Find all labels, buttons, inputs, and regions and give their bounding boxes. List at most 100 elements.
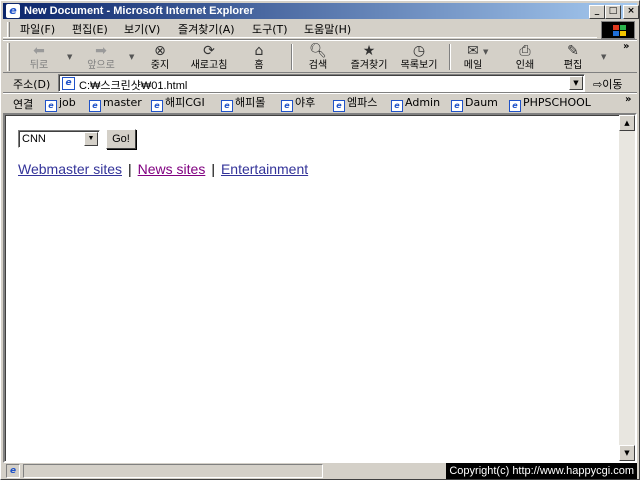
stop-icon: ⊗: [154, 43, 166, 59]
scroll-up-button[interactable]: ▲: [619, 115, 635, 131]
print-button[interactable]: ⎙ 인쇄: [507, 41, 543, 73]
address-value[interactable]: C:₩스크린샷₩01.html: [79, 77, 187, 93]
link-master[interactable]: e master: [89, 96, 142, 112]
stop-label: 중지: [150, 60, 170, 71]
favorites-label: 즐겨찾기: [350, 60, 388, 71]
link-empas[interactable]: e 엠파스: [333, 96, 378, 112]
address-input[interactable]: e C:₩스크린샷₩01.html ▼: [58, 74, 585, 92]
menu-help[interactable]: 도움말(H): [301, 22, 354, 37]
title-bar[interactable]: e New Document - Microsoft Internet Expl…: [3, 3, 639, 19]
menu-tools[interactable]: 도구(T): [249, 22, 291, 37]
address-bar: 주소(D) e C:₩스크린샷₩01.html ▼ ⇨이동: [3, 73, 637, 93]
home-label: 홈: [254, 60, 264, 71]
search-button[interactable]: 🔍︎ 검색: [299, 41, 337, 73]
status-bar: e Copyright(c) http://www.happycgi.com: [3, 463, 637, 479]
status-page-icon: e: [6, 464, 20, 478]
link-yahoo[interactable]: e 야후: [281, 96, 316, 112]
site-select[interactable]: CNN ▼: [18, 130, 100, 148]
toolbar-grip[interactable]: [7, 43, 10, 71]
toolbar-separator: [449, 44, 451, 70]
go-arrow-icon: ⇨: [593, 78, 603, 91]
favorites-button[interactable]: ★ 즐겨찾기: [343, 41, 395, 73]
edit-icon: ✎: [567, 43, 579, 59]
edit-dropdown-icon[interactable]: ▼: [601, 53, 606, 61]
edit-button[interactable]: ✎ 편집: [555, 41, 591, 73]
ie-logo-icon: e: [6, 4, 20, 18]
window-title: New Document - Microsoft Internet Explor…: [24, 5, 254, 17]
print-icon: ⎙: [519, 43, 531, 59]
close-button[interactable]: ×: [623, 5, 639, 19]
menu-view[interactable]: 보기(V): [121, 22, 163, 37]
history-label: 목록보기: [400, 60, 438, 71]
back-label: 뒤로: [29, 60, 49, 71]
stop-button[interactable]: ⊗ 중지: [141, 41, 179, 73]
go-label: 이동: [602, 78, 623, 91]
link-happycgi[interactable]: e 해피CGI: [151, 96, 205, 112]
page-content: CNN ▼ Go! Webmaster sites | News sites | Ent…: [5, 115, 619, 461]
standard-toolbar: ⬅ 뒤로 ▼ ➡ 앞으로 ▼ ⊗ 중지 ⟳ 새로고침 ⌂ 홈 🔍︎ 검색 ★ 즐…: [3, 39, 637, 73]
maximize-button[interactable]: □: [605, 5, 621, 19]
link-label: Daum: [465, 96, 498, 109]
link-page-icon: e: [391, 100, 403, 112]
favorites-icon: ★: [362, 43, 376, 59]
links-bar: 연결 e job e master e 해피CGI e 해피몰 e 야후 e 엠파스 e Ad…: [3, 93, 637, 112]
link-page-icon: e: [509, 100, 521, 112]
link-phpschool[interactable]: e PHPSCHOOL: [509, 96, 591, 112]
menu-file[interactable]: 파일(F): [17, 22, 58, 37]
menu-edit[interactable]: 편집(E): [69, 22, 111, 37]
webmaster-sites-link[interactable]: Webmaster sites: [18, 161, 122, 177]
refresh-button[interactable]: ⟳ 새로고침: [183, 41, 235, 73]
link-label: master: [103, 96, 142, 109]
link-daum[interactable]: e Daum: [451, 96, 498, 112]
back-arrow-icon: ⬅: [33, 43, 45, 59]
forward-dropdown-icon[interactable]: ▼: [129, 53, 134, 61]
print-label: 인쇄: [515, 60, 535, 71]
link-separator: |: [211, 161, 215, 177]
link-page-icon: e: [221, 100, 233, 112]
toolbar-separator: [291, 44, 293, 70]
edit-label: 편집: [563, 60, 583, 71]
link-happymall[interactable]: e 해피몰: [221, 96, 265, 112]
link-label: 엠파스: [347, 96, 378, 109]
back-button[interactable]: ⬅ 뒤로: [17, 41, 61, 73]
links-chevron-icon[interactable]: »: [625, 94, 631, 105]
history-button[interactable]: ◷ 목록보기: [395, 41, 443, 73]
forward-button[interactable]: ➡ 앞으로: [77, 41, 125, 73]
link-page-icon: e: [89, 100, 101, 112]
search-label: 검색: [308, 60, 328, 71]
home-button[interactable]: ⌂ 홈: [241, 41, 277, 73]
link-page-icon: e: [281, 100, 293, 112]
go-button[interactable]: ⇨이동: [593, 76, 622, 92]
forward-label: 앞으로: [87, 60, 115, 71]
link-label: 해피CGI: [165, 96, 205, 109]
refresh-label: 새로고침: [190, 60, 228, 71]
menu-favorites[interactable]: 즐겨찾기(A): [175, 22, 238, 37]
minimize-button[interactable]: _: [589, 5, 605, 19]
link-job[interactable]: e job: [45, 96, 76, 112]
menu-grip[interactable]: [7, 22, 10, 37]
search-icon: 🔍︎: [309, 43, 327, 59]
content-viewport: CNN ▼ Go! Webmaster sites | News sites | Ent…: [3, 113, 637, 463]
link-label: job: [59, 96, 76, 109]
scroll-down-button[interactable]: ▼: [619, 445, 635, 461]
status-text-pane: [23, 464, 323, 478]
entertainment-link[interactable]: Entertainment: [221, 161, 308, 177]
select-dropdown-button[interactable]: ▼: [84, 132, 98, 146]
windows-logo-icon: [601, 21, 635, 39]
link-page-icon: e: [151, 100, 163, 112]
toolbar-chevron-icon[interactable]: »: [623, 41, 629, 52]
address-label: 주소(D): [13, 78, 51, 91]
link-label: 야후: [295, 96, 316, 109]
link-admin[interactable]: e Admin: [391, 96, 440, 112]
links-label: 연결: [13, 98, 34, 111]
go-submit-button[interactable]: Go!: [106, 129, 136, 149]
news-sites-link[interactable]: News sites: [138, 161, 206, 177]
back-dropdown-icon[interactable]: ▼: [67, 53, 72, 61]
home-icon: ⌂: [254, 43, 264, 59]
vertical-scrollbar[interactable]: ▲ ▼: [619, 115, 635, 461]
link-label: PHPSCHOOL: [523, 96, 591, 109]
site-select-value: CNN: [22, 133, 46, 145]
address-dropdown-button[interactable]: ▼: [569, 76, 583, 90]
mail-dropdown-icon[interactable]: ▼: [483, 48, 488, 56]
mail-button[interactable]: ✉ 메일: [455, 41, 491, 73]
